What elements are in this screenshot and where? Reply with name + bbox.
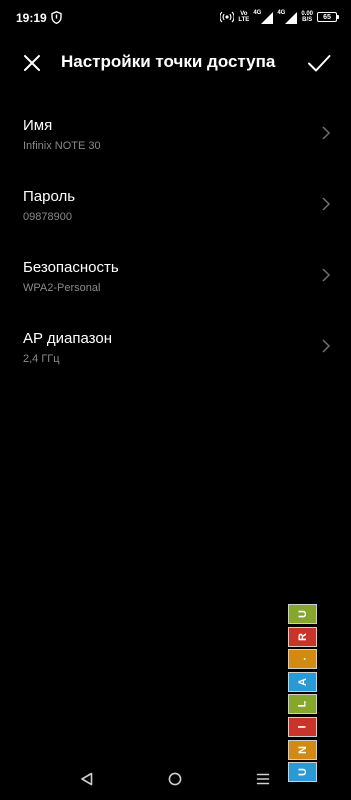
setting-value: 09878900 xyxy=(23,211,72,223)
status-icons: Vo LTE 4G 4G 0.00 B/S 65 xyxy=(220,9,339,25)
close-icon[interactable] xyxy=(18,49,46,77)
setting-value: WPA2-Personal xyxy=(23,282,101,294)
setting-row-password[interactable]: Пароль 09878900 xyxy=(0,167,351,238)
volte-bottom: LTE xyxy=(238,17,250,23)
back-icon[interactable] xyxy=(79,771,95,787)
signal-icon xyxy=(285,12,298,24)
network-group-1: 4G xyxy=(253,10,274,24)
network-group-2: 4G xyxy=(277,10,298,24)
setting-title: Безопасность xyxy=(23,259,119,276)
setting-title: AP диапазон xyxy=(23,330,113,347)
network-speed: 0.00 B/S xyxy=(301,11,313,23)
battery-level: 65 xyxy=(323,13,331,21)
chevron-right-icon xyxy=(322,268,331,282)
network-type-label: 4G xyxy=(277,10,286,16)
setting-row-name[interactable]: Имя Infinix NOTE 30 xyxy=(0,96,351,167)
setting-title: Пароль xyxy=(23,188,76,205)
checkmark-icon[interactable] xyxy=(305,49,333,77)
setting-value: Infinix NOTE 30 xyxy=(23,140,101,152)
watermark-cell: L xyxy=(288,694,317,715)
signal-icon xyxy=(261,12,274,24)
setting-row-ap-band[interactable]: AP диапазон 2,4 ГГц xyxy=(0,309,351,380)
chevron-right-icon xyxy=(322,339,331,353)
watermark-cell: . xyxy=(288,649,317,670)
watermark: U R . A L I N U xyxy=(288,604,318,785)
setting-row-security[interactable]: Безопасность WPA2-Personal xyxy=(0,238,351,309)
watermark-cell: I xyxy=(288,716,317,737)
setting-title: Имя xyxy=(23,117,53,134)
watermark-cell: U xyxy=(288,604,317,624)
watermark-cell: R xyxy=(288,626,317,647)
hotspot-icon xyxy=(220,11,235,23)
shield-icon xyxy=(51,11,62,24)
watermark-cell: N xyxy=(288,739,317,760)
app-bar: Настройки точки доступа xyxy=(0,40,351,86)
setting-value: 2,4 ГГц xyxy=(23,353,60,365)
settings-list: Имя Infinix NOTE 30 Пароль 09878900 Безо… xyxy=(0,96,351,380)
navigation-bar xyxy=(0,760,351,800)
chevron-right-icon xyxy=(322,197,331,211)
chevron-right-icon xyxy=(322,126,331,140)
battery-icon: 65 xyxy=(317,12,339,22)
volte-indicator: Vo LTE xyxy=(238,11,249,23)
status-time: 19:19 xyxy=(16,11,47,25)
watermark-cell: A xyxy=(288,671,317,692)
network-type-label: 4G xyxy=(253,10,262,16)
status-bar: 19:19 Vo LTE 4G 4G 0.00 B/S 65 xyxy=(0,0,351,34)
page-title: Настройки точки доступа xyxy=(61,52,276,71)
home-icon[interactable] xyxy=(167,771,183,787)
speed-unit: B/S xyxy=(302,17,313,23)
recents-icon[interactable] xyxy=(255,771,271,787)
